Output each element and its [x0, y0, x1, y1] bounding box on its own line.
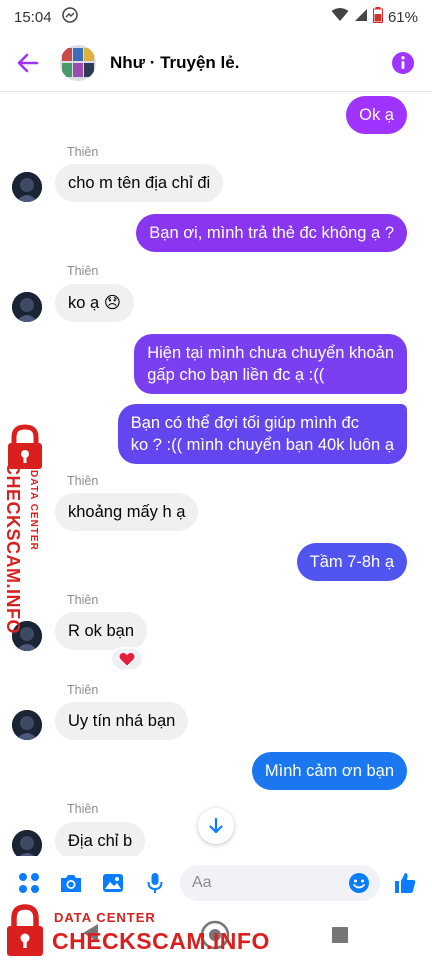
back-arrow-icon — [17, 53, 39, 72]
sender-avatar[interactable] — [12, 172, 42, 202]
message-bubble-outgoing[interactable]: Tầm 7-8h ạ — [296, 543, 407, 581]
message-input[interactable] — [180, 865, 380, 901]
message-bubble-incoming[interactable]: Uy tín nhá bạn — [55, 702, 189, 740]
message-line: gấp cho bạn liền đc ạ :(( — [147, 366, 325, 384]
sender-name: Thiên — [67, 145, 99, 159]
watermark-side-brand: CHECKSCAM.INFO — [3, 462, 23, 634]
sender-name: Thiên — [67, 593, 99, 607]
arrow-down-icon — [209, 817, 223, 834]
watermark-brand: CHECKSCAM.INFO — [52, 928, 270, 954]
battery-icon — [372, 7, 383, 27]
chat-header: Như · Truyện lẻ. — [0, 34, 432, 92]
sender-name: Thiên — [67, 683, 99, 697]
message-bubble-outgoing[interactable]: Bạn ơi, mình trả thẻ đc không ạ ? — [136, 214, 407, 252]
status-time: 15:04 — [14, 8, 52, 26]
signal-icon — [354, 8, 368, 26]
sender-name: Thiên — [67, 264, 99, 278]
message-line: Bạn có thể đợi tối giúp mình đc — [130, 414, 359, 432]
info-button[interactable] — [374, 34, 432, 92]
chat-avatar[interactable] — [60, 44, 96, 81]
message-bubble-incoming[interactable]: cho m tên địa chỉ đi — [55, 164, 224, 202]
heart-icon — [119, 652, 135, 666]
battery-percent: 61% — [387, 8, 418, 26]
sender-avatar[interactable] — [12, 710, 42, 740]
sender-name: Thiên — [67, 802, 99, 816]
message-bubble-outgoing[interactable]: Bạn có thể đợi tối giúp mình đc ko ? :((… — [117, 404, 407, 464]
message-bubble-incoming[interactable]: R ok bạn — [55, 612, 148, 650]
emoji-icon[interactable] — [348, 872, 370, 894]
message-bubble-incoming[interactable]: khoảng mấy h ạ — [55, 493, 199, 531]
watermark-bottom: DATA CENTER CHECKSCAM.INFO — [4, 902, 269, 960]
message-bubble-incoming[interactable]: ko ạ 😞 — [55, 284, 134, 322]
image-icon — [103, 874, 123, 892]
sender-avatar[interactable] — [12, 292, 42, 322]
square-recents-icon — [332, 927, 348, 943]
message-bubble-outgoing[interactable]: Ok ạ — [346, 96, 407, 134]
camera-icon — [61, 875, 81, 892]
messenger-icon — [61, 7, 78, 27]
microphone-icon — [147, 873, 163, 893]
message-line: Hiện tại mình chưa chuyển khoản — [147, 344, 394, 362]
watermark-label: DATA CENTER — [54, 910, 156, 925]
sender-name: Thiên — [67, 474, 99, 488]
message-bubble-incoming[interactable]: Địa chỉ b — [55, 822, 146, 856]
wifi-icon — [331, 8, 349, 26]
grid-dots-icon — [19, 873, 39, 893]
like-button[interactable] — [384, 856, 426, 910]
message-bubble-outgoing[interactable]: Hiện tại mình chưa chuyển khoản gấp cho … — [134, 334, 407, 394]
back-button[interactable] — [0, 34, 56, 92]
nav-recents-button[interactable] — [332, 927, 348, 948]
scroll-to-bottom-button[interactable] — [198, 808, 234, 844]
info-icon — [392, 51, 414, 74]
message-input-field[interactable] — [192, 874, 348, 892]
message-list[interactable]: Ok ạ Thiên cho m tên địa chỉ đi Bạn ơi, … — [0, 92, 432, 856]
chat-title[interactable]: Như · Truyện lẻ. — [110, 53, 239, 73]
sender-avatar[interactable] — [12, 830, 42, 856]
message-line: ko ? :(( mình chuyển bạn 40k luôn ạ — [130, 436, 394, 454]
status-bar: 15:04 61% — [0, 0, 432, 34]
reaction-badge[interactable] — [110, 647, 144, 671]
message-bubble-outgoing[interactable]: Mình cảm ơn bạn — [251, 752, 407, 790]
lock-icon — [7, 904, 43, 956]
watermark-side-label: DATA CENTER — [28, 470, 39, 551]
thumbs-up-icon — [395, 873, 416, 893]
